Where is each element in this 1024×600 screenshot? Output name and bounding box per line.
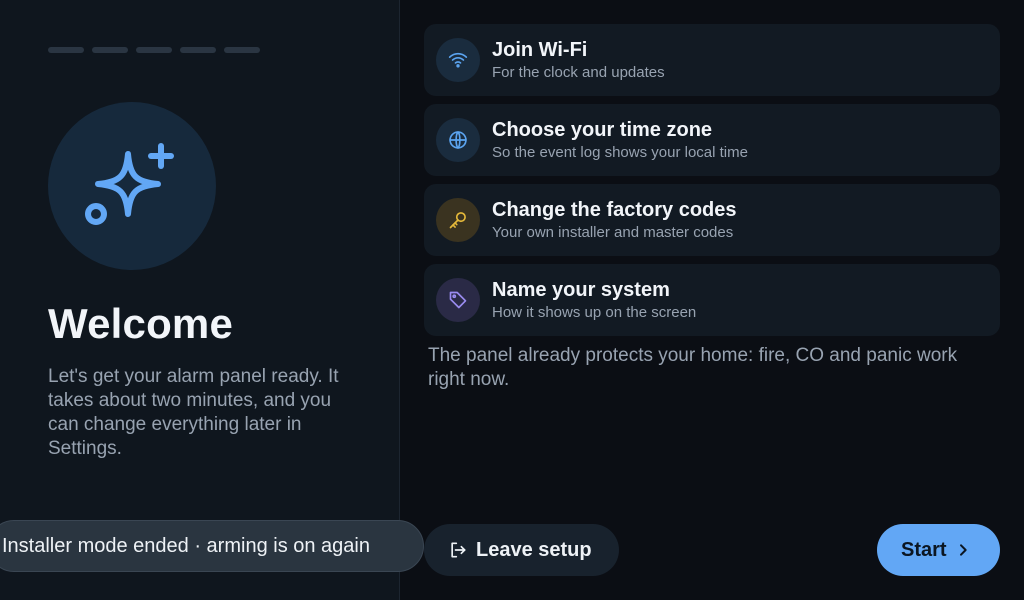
leave-setup-button[interactable]: Leave setup [424, 524, 619, 576]
tag-icon [449, 291, 467, 309]
step-title: Choose your time zone [492, 118, 713, 141]
wifi-icon [448, 52, 468, 68]
step-title: Change the factory codes [492, 198, 737, 221]
globe-icon [449, 130, 467, 150]
progress-segment [224, 47, 260, 53]
welcome-panel: Welcome Let's get your alarm panel ready… [0, 0, 400, 600]
step-item-wifi: Join Wi-Fi For the clock and updates [424, 24, 1000, 96]
step-icon-badge [436, 278, 480, 322]
step-icon-badge [436, 38, 480, 82]
progress-segment [136, 47, 172, 53]
step-subtitle: So the event log shows your local time [492, 143, 748, 161]
step-item-time-zone: Choose your time zone So the event log s… [424, 104, 1000, 176]
progress-segment [92, 47, 128, 53]
step-icon-badge [436, 118, 480, 162]
key-icon [449, 212, 466, 229]
step-item-system-name: Name your system How it shows up on the … [424, 264, 1000, 336]
welcome-hero [48, 102, 216, 270]
step-subtitle: For the clock and updates [492, 63, 665, 81]
step-title: Name your system [492, 278, 670, 301]
step-item-factory-codes: Change the factory codes Your own instal… [424, 184, 1000, 256]
start-button[interactable]: Start [877, 524, 1000, 576]
status-toast: Installer mode ended · arming is on agai… [0, 520, 424, 572]
exit-icon [448, 540, 468, 560]
sparkles-icon [85, 143, 174, 225]
step-title: Join Wi-Fi [492, 38, 588, 61]
intro-text: Let's get your alarm panel ready. It tak… [48, 366, 339, 459]
step-subtitle: How it shows up on the screen [492, 303, 697, 321]
setup-welcome-screen: Welcome Let's get your alarm panel ready… [0, 0, 1024, 600]
progress-segment [180, 47, 216, 53]
protection-note: The panel already protects your home: fi… [428, 345, 958, 390]
leave-setup-label: Leave setup [476, 538, 592, 561]
toast-text: Installer mode ended · arming is on agai… [2, 534, 370, 557]
step-progress [48, 47, 260, 53]
start-label: Start [901, 538, 947, 561]
setup-step-list: Join Wi-Fi For the clock and updates Cho… [424, 24, 1000, 344]
progress-segment [48, 47, 84, 53]
page-title: Welcome [48, 300, 234, 347]
step-icon-badge [436, 198, 480, 242]
chevron-right-icon [955, 542, 971, 558]
step-subtitle: Your own installer and master codes [492, 223, 734, 241]
